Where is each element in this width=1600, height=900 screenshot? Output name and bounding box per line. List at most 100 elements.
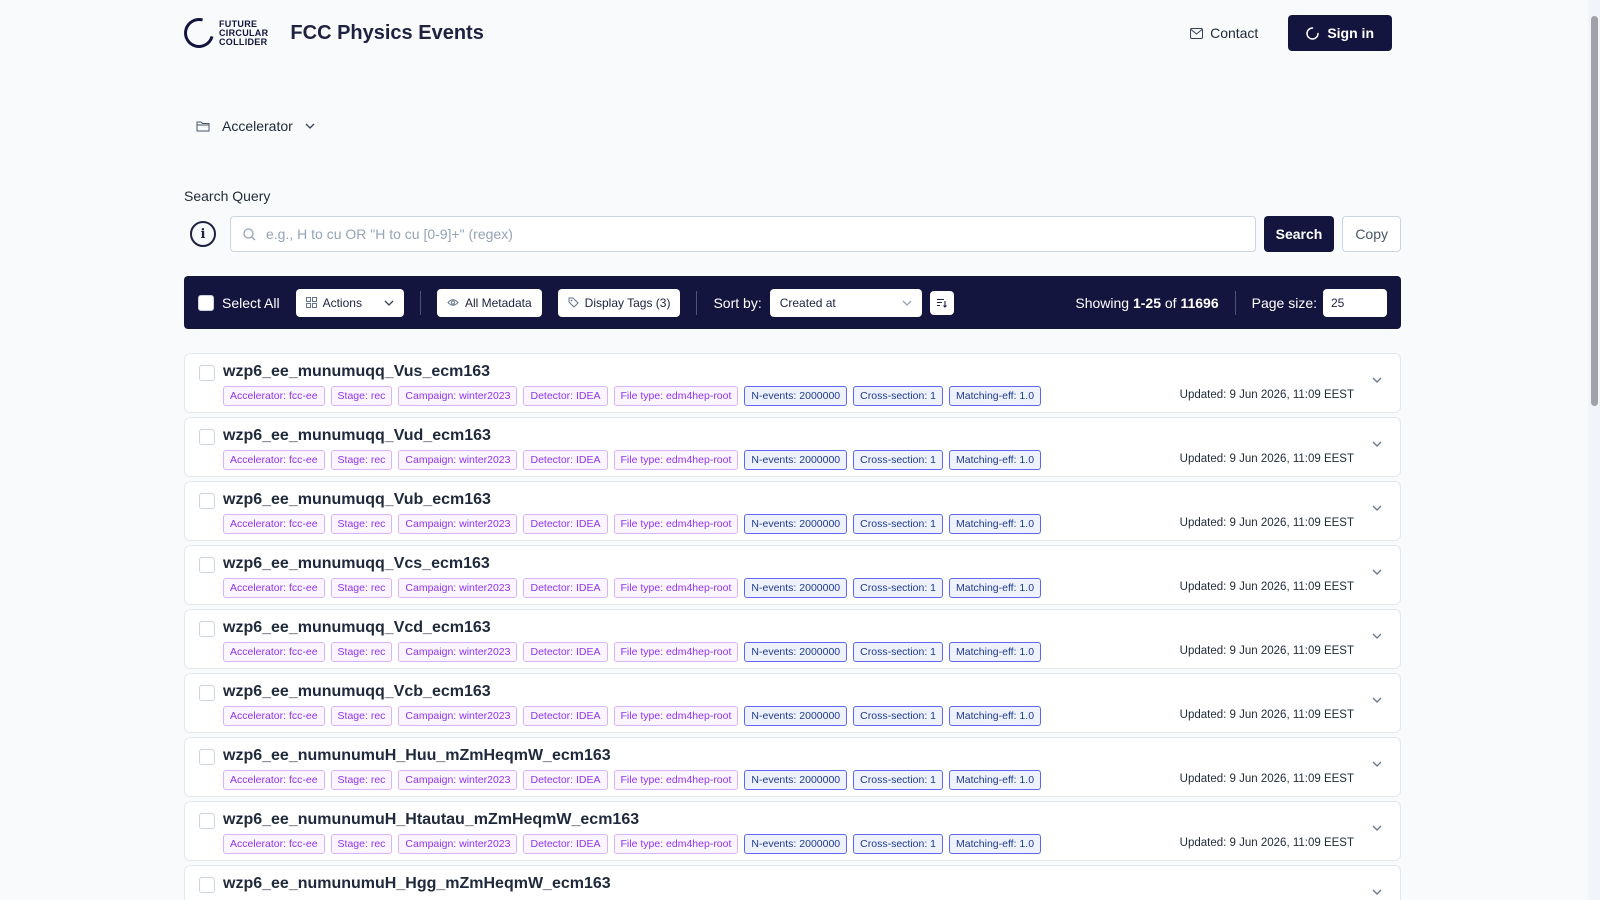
updated-timestamp: Updated: 9 Jun 2026, 11:09 EEST [1179, 645, 1354, 657]
chevron-down-icon[interactable] [1372, 761, 1382, 767]
metadata-tag: Accelerator: fcc-ee [223, 834, 325, 854]
contact-label: Contact [1210, 25, 1259, 41]
chevron-down-icon[interactable] [1372, 377, 1382, 383]
tag-list: Accelerator: fcc-ee Stage: rec Campaign: w… [223, 834, 1042, 854]
updated-timestamp: Updated: 9 Jun 2026, 11:09 EEST [1179, 773, 1354, 785]
tag-list: Accelerator: fcc-ee Stage: rec Campaign: w… [223, 386, 1042, 406]
metadata-tag: Detector: IDEA [523, 578, 608, 598]
fcc-logo[interactable]: FUTURE CIRCULAR COLLIDER [178, 12, 268, 54]
metadata-tag: N-events: 2000000 [744, 514, 848, 534]
metadata-tag: Stage: rec [330, 834, 393, 854]
metadata-tag: Accelerator: fcc-ee [223, 450, 325, 470]
select-all-checkbox[interactable] [198, 294, 214, 311]
actions-button[interactable]: Actions [295, 288, 404, 317]
search-icon [243, 227, 256, 240]
sign-in-button[interactable]: Sign in [1288, 15, 1392, 51]
event-title[interactable]: wzp6_ee_munumuqq_Vus_ecm163 [223, 363, 490, 381]
event-title[interactable]: wzp6_ee_munumuqq_Vcb_ecm163 [223, 683, 491, 701]
updated-timestamp: Updated: 9 Jun 2026, 11:09 EEST [1179, 581, 1354, 593]
event-row[interactable]: wzp6_ee_munumuqq_Vub_ecm163 Accelerator: … [184, 481, 1401, 541]
row-checkbox[interactable] [199, 557, 215, 573]
metadata-tag: Campaign: winter2023 [398, 834, 518, 854]
event-title[interactable]: wzp6_ee_munumuqq_Vcd_ecm163 [223, 619, 491, 637]
metadata-tag: Campaign: winter2023 [398, 386, 518, 406]
metadata-tag: File type: edm4hep-root [613, 578, 739, 598]
metadata-tag: File type: edm4hep-root [613, 386, 739, 406]
metadata-tag: Matching-eff: 1.0 [949, 706, 1042, 726]
event-title[interactable]: wzp6_ee_numunumuH_Hgg_mZmHeqmW_ecm163 [223, 875, 611, 893]
metadata-tag: Cross-section: 1 [853, 450, 944, 470]
chevron-down-icon[interactable] [1372, 697, 1382, 703]
event-row[interactable]: wzp6_ee_numunumuH_Hgg_mZmHeqmW_ecm163 [184, 865, 1401, 900]
toolbar-divider [419, 290, 421, 315]
sort-by-select[interactable]: Created at [769, 288, 922, 317]
row-checkbox[interactable] [199, 493, 215, 509]
metadata-tag: Cross-section: 1 [853, 578, 944, 598]
select-all-label[interactable]: Select All [222, 295, 280, 311]
event-row[interactable]: wzp6_ee_numunumuH_Htautau_mZmHeqmW_ecm16… [184, 801, 1401, 861]
metadata-tag: Matching-eff: 1.0 [949, 450, 1042, 470]
row-checkbox[interactable] [199, 877, 215, 893]
breadcrumb-accelerator[interactable]: Accelerator [222, 118, 293, 134]
search-button[interactable]: Search [1263, 216, 1335, 252]
event-row[interactable]: wzp6_ee_munumuqq_Vus_ecm163 Accelerator: … [184, 353, 1401, 413]
row-checkbox[interactable] [199, 429, 215, 445]
metadata-tag: File type: edm4hep-root [613, 514, 739, 534]
row-checkbox[interactable] [199, 621, 215, 637]
scrollbar[interactable] [1588, 0, 1600, 900]
sort-direction-button[interactable] [929, 290, 954, 315]
chevron-down-icon[interactable] [1372, 441, 1382, 447]
showing-range: 1-25 [1132, 294, 1161, 311]
row-checkbox[interactable] [199, 749, 215, 765]
page-size-label: Page size: [1251, 294, 1317, 311]
chevron-down-icon[interactable] [1372, 825, 1382, 831]
breadcrumb[interactable]: Accelerator [196, 118, 315, 134]
row-checkbox[interactable] [199, 365, 215, 381]
spinner-icon [1306, 26, 1320, 40]
info-icon[interactable]: i [190, 221, 216, 247]
event-row[interactable]: wzp6_ee_munumuqq_Vud_ecm163 Accelerator: … [184, 417, 1401, 477]
metadata-tag: Matching-eff: 1.0 [949, 386, 1042, 406]
row-checkbox[interactable] [199, 685, 215, 701]
event-title[interactable]: wzp6_ee_numunumuH_Htautau_mZmHeqmW_ecm16… [223, 811, 639, 829]
chevron-down-icon[interactable] [1372, 889, 1382, 895]
chevron-down-icon[interactable] [1372, 633, 1382, 639]
tag-list: Accelerator: fcc-ee Stage: rec Campaign: w… [223, 770, 1042, 790]
search-input[interactable] [266, 226, 1243, 242]
logo-ring-icon [178, 12, 220, 54]
total-count: 11696 [1180, 294, 1219, 311]
tag-list: Accelerator: fcc-ee Stage: rec Campaign: w… [223, 642, 1042, 662]
search-box[interactable] [230, 216, 1256, 252]
updated-timestamp: Updated: 9 Jun 2026, 11:09 EEST [1179, 837, 1354, 849]
search-query-label: Search Query [184, 188, 271, 204]
event-row[interactable]: wzp6_ee_munumuqq_Vcb_ecm163 Accelerator: … [184, 673, 1401, 733]
sign-in-label: Sign in [1327, 25, 1374, 41]
metadata-tag: Campaign: winter2023 [398, 514, 518, 534]
updated-timestamp: Updated: 9 Jun 2026, 11:09 EEST [1179, 389, 1354, 401]
chevron-down-icon[interactable] [1372, 505, 1382, 511]
metadata-tag: Accelerator: fcc-ee [223, 770, 325, 790]
metadata-tag: N-events: 2000000 [744, 642, 848, 662]
chevron-down-icon[interactable] [1372, 569, 1382, 575]
tag-list: Accelerator: fcc-ee Stage: rec Campaign: w… [223, 450, 1042, 470]
metadata-tag: Detector: IDEA [523, 386, 608, 406]
toolbar-divider [1234, 290, 1236, 315]
metadata-tag: File type: edm4hep-root [613, 706, 739, 726]
copy-button[interactable]: Copy [1342, 216, 1401, 252]
event-row[interactable]: wzp6_ee_numunumuH_Huu_mZmHeqmW_ecm163 Acc… [184, 737, 1401, 797]
event-title[interactable]: wzp6_ee_numunumuH_Huu_mZmHeqmW_ecm163 [223, 747, 611, 765]
event-row[interactable]: wzp6_ee_munumuqq_Vcs_ecm163 Accelerator: … [184, 545, 1401, 605]
event-row[interactable]: wzp6_ee_munumuqq_Vcd_ecm163 Accelerator: … [184, 609, 1401, 669]
display-tags-button[interactable]: Display Tags (3) [557, 288, 681, 317]
event-title[interactable]: wzp6_ee_munumuqq_Vub_ecm163 [223, 491, 491, 509]
contact-link[interactable]: Contact [1190, 25, 1258, 41]
chevron-down-icon [902, 300, 912, 306]
all-metadata-button[interactable]: All Metadata [436, 288, 542, 317]
scrollbar-thumb[interactable] [1591, 16, 1598, 406]
row-checkbox[interactable] [199, 813, 215, 829]
event-title[interactable]: wzp6_ee_munumuqq_Vud_ecm163 [223, 427, 491, 445]
event-title[interactable]: wzp6_ee_munumuqq_Vcs_ecm163 [223, 555, 490, 573]
metadata-tag: Cross-section: 1 [853, 770, 944, 790]
page-size-input[interactable] [1323, 288, 1387, 317]
showing-prefix: Showing [1075, 294, 1130, 311]
